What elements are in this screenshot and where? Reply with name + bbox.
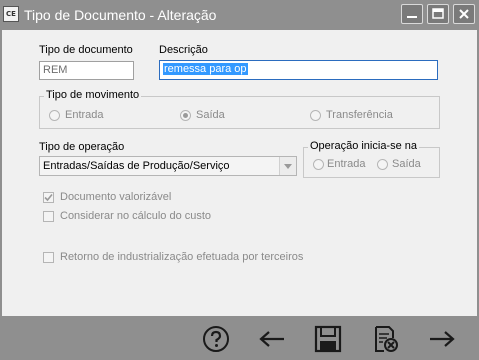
close-icon xyxy=(459,9,469,19)
forward-button[interactable] xyxy=(427,324,457,354)
cost-calculation-label: Considerar no cálculo do custo xyxy=(60,210,212,222)
document-type-window: CE Tipo de Documento - Alteração Tipo de… xyxy=(0,0,479,360)
window-title: Tipo de Documento - Alteração xyxy=(24,7,217,23)
description-field[interactable]: remessa para op xyxy=(159,60,438,80)
movement-type-legend: Tipo de movimento xyxy=(44,89,142,101)
movement-entrada-radio[interactable] xyxy=(49,110,60,121)
operation-start-entrada-label: Entrada xyxy=(327,158,366,170)
operation-type-dropdown-button[interactable] xyxy=(279,157,296,175)
save-button[interactable] xyxy=(313,324,343,354)
chevron-down-icon xyxy=(284,164,292,169)
description-label: Descrição xyxy=(159,44,208,56)
maximize-icon xyxy=(432,8,444,19)
cost-calculation-checkbox[interactable] xyxy=(43,211,54,222)
operation-type-select[interactable]: Entradas/Saídas de Produção/Serviço xyxy=(39,156,297,176)
minimize-button[interactable] xyxy=(401,4,423,24)
close-button[interactable] xyxy=(453,4,475,24)
forward-arrow-icon xyxy=(430,331,455,347)
app-icon: CE xyxy=(3,6,19,22)
operation-start-saida-label: Saída xyxy=(392,158,421,170)
document-type-label: Tipo de documento xyxy=(39,44,133,56)
operation-start-entrada-radio[interactable] xyxy=(313,159,324,170)
checkmark-icon xyxy=(44,193,53,202)
third-party-return-checkbox[interactable] xyxy=(43,252,54,263)
cancel-document-button[interactable] xyxy=(370,324,400,354)
help-button[interactable] xyxy=(201,324,231,354)
movement-transferencia-radio[interactable] xyxy=(310,110,321,121)
valued-document-checkbox[interactable] xyxy=(43,192,54,203)
bottom-toolbar xyxy=(0,316,479,360)
movement-transferencia-label: Transferência xyxy=(326,109,393,121)
minimize-icon xyxy=(407,16,417,18)
operation-type-value: Entradas/Saídas de Produção/Serviço xyxy=(43,160,230,172)
description-selected-text: remessa para op xyxy=(163,63,248,75)
operation-start-saida-radio[interactable] xyxy=(377,159,388,170)
form-panel: Tipo de documento REM Descrição remessa … xyxy=(2,30,477,316)
movement-saida-radio[interactable] xyxy=(180,110,191,121)
back-button[interactable] xyxy=(257,324,287,354)
operation-start-legend: Operação inicia-se na xyxy=(308,140,420,152)
document-type-field[interactable]: REM xyxy=(39,61,134,80)
third-party-return-label: Retorno de industrialização efetuada por… xyxy=(60,251,304,263)
movement-entrada-label: Entrada xyxy=(65,109,104,121)
save-disk-icon xyxy=(314,325,342,353)
help-icon xyxy=(203,326,229,352)
movement-saida-label: Saída xyxy=(196,109,225,121)
operation-start-group: Operação inicia-se na Entrada Saída xyxy=(303,140,440,178)
title-bar[interactable]: CE Tipo de Documento - Alteração xyxy=(0,0,479,30)
movement-type-group: Tipo de movimento Entrada Saída Transfer… xyxy=(39,89,440,129)
maximize-button[interactable] xyxy=(427,4,449,24)
valued-document-label: Documento valorizável xyxy=(60,191,172,203)
operation-type-label: Tipo de operação xyxy=(39,141,125,153)
cancel-document-icon xyxy=(375,326,398,352)
back-arrow-icon xyxy=(259,331,284,347)
